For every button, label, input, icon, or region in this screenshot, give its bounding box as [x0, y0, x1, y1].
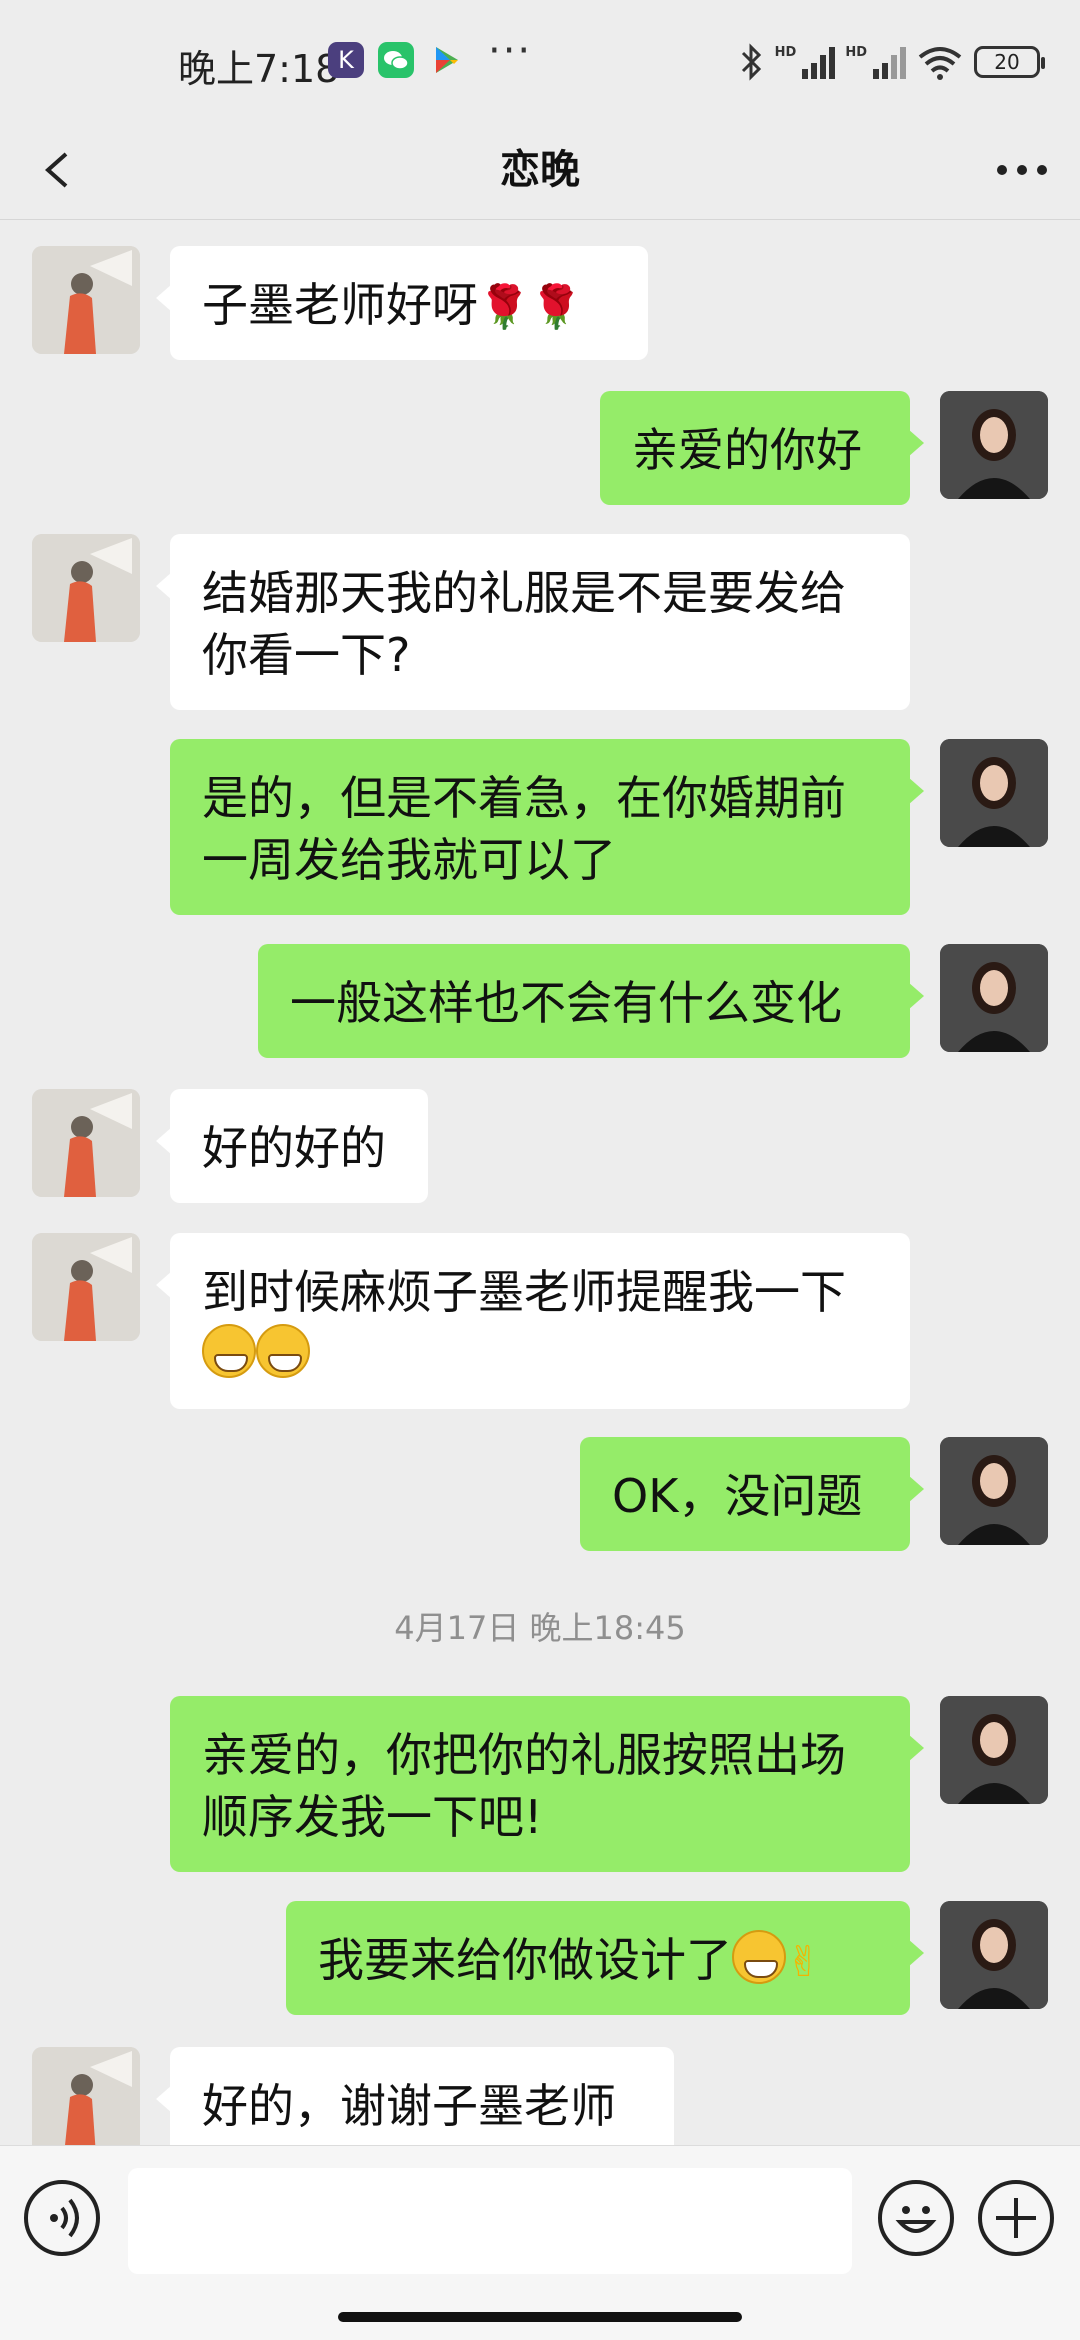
play-store-icon [428, 42, 464, 78]
bluetooth-icon [741, 43, 761, 81]
message-bubble[interactable]: 是的，但是不着急，在你婚期前一周发给我就可以了 [170, 739, 924, 915]
rose-emoji-icon: 🌹 [530, 282, 583, 331]
message-bubble[interactable]: 一般这样也不会有什么变化 [258, 944, 924, 1058]
hd-label-2: HD [845, 44, 867, 60]
message-text: 子墨老师好呀 [202, 278, 478, 332]
contact-avatar[interactable] [32, 1089, 140, 1197]
grin-emoji-icon [256, 1324, 310, 1378]
message-bubble[interactable]: OK，没问题 [580, 1437, 924, 1551]
grin-emoji-icon [202, 1324, 256, 1378]
my-avatar[interactable] [940, 739, 1048, 847]
home-indicator[interactable] [338, 2312, 742, 2322]
status-right-group: HD HD 20 [739, 38, 1045, 86]
message-input[interactable] [128, 2168, 852, 2274]
message-text: 亲爱的，你把你的礼服按照出场顺序发我一下吧! [202, 1728, 846, 1844]
battery-indicator: 20 [974, 46, 1045, 78]
message-bubble[interactable]: 结婚那天我的礼服是不是要发给你看一下? [156, 534, 910, 710]
message-bubble[interactable]: 好的好的 [156, 1089, 428, 1203]
message-bubble[interactable]: 亲爱的你好 [600, 391, 924, 505]
message-text: 好的好的 [202, 1121, 386, 1175]
emoji-icon [895, 2206, 937, 2233]
plus-icon [996, 2198, 1036, 2238]
message-timestamp: 4月17日 晚上18:45 [394, 1609, 686, 1647]
my-avatar[interactable] [940, 391, 1048, 499]
status-more-icon: ··· [488, 28, 533, 74]
more-button[interactable] [992, 148, 1052, 192]
message-text: 是的，但是不着急，在你婚期前一周发给我就可以了 [202, 771, 846, 887]
signal-2-icon [873, 45, 906, 79]
message-bubble[interactable]: 子墨老师好呀🌹🌹 [156, 246, 648, 360]
message-bubble[interactable]: 我要来给你做设计了 ✌ [286, 1901, 924, 2015]
wifi-icon [918, 47, 962, 80]
victory-emoji-icon: ✌ [786, 1937, 822, 1986]
message-text: OK，没问题 [612, 1469, 863, 1523]
status-time: 晚上7:18 [178, 47, 340, 91]
my-avatar[interactable] [940, 1437, 1048, 1545]
contact-avatar[interactable] [32, 246, 140, 354]
message-text: 到时候麻烦子墨老师提醒我一下 [202, 1265, 846, 1319]
contact-avatar[interactable] [32, 2047, 140, 2145]
chat-header: 恋晚 [0, 120, 1080, 220]
message-text: 一般这样也不会有什么变化 [290, 976, 842, 1030]
message-text: 我要来给你做设计了 [318, 1933, 732, 1987]
signal-1-icon [802, 45, 836, 79]
chat-title: 恋晚 [500, 147, 580, 193]
message-bubble[interactable]: 好的，谢谢子墨老师 [156, 2047, 674, 2145]
app-k-icon: K [328, 42, 364, 78]
contact-avatar[interactable] [32, 1233, 140, 1341]
message-bubble[interactable]: 到时候麻烦子墨老师提醒我一下 [156, 1233, 910, 1409]
message-text: 亲爱的你好 [632, 423, 862, 477]
message-text: 结婚那天我的礼服是不是要发给你看一下? [202, 566, 846, 682]
grin-emoji-icon [732, 1930, 786, 1984]
voice-button[interactable] [24, 2180, 100, 2256]
contact-avatar[interactable] [32, 534, 140, 642]
rose-emoji-icon: 🌹 [478, 282, 531, 331]
voice-icon [50, 2198, 79, 2238]
emoji-button[interactable] [878, 2180, 954, 2256]
chat-input-bar [0, 2145, 1080, 2340]
more-horizontal-icon [997, 165, 1047, 175]
message-text: 好的，谢谢子墨老师 [202, 2079, 616, 2133]
message-bubble[interactable]: 亲爱的，你把你的礼服按照出场顺序发我一下吧! [170, 1696, 924, 1872]
my-avatar[interactable] [940, 1696, 1048, 1804]
plus-button[interactable] [978, 2180, 1054, 2256]
my-avatar[interactable] [940, 1901, 1048, 2009]
my-avatar[interactable] [940, 944, 1048, 1052]
status-bar: 晚上7:18 K ··· HD HD 20 [0, 0, 1080, 120]
wechat-icon [378, 42, 414, 78]
message-list[interactable]: 子墨老师好呀🌹🌹 亲爱的你好 结婚那天我的礼服是不是要发给你看一下? 是的，但是… [0, 221, 1080, 2145]
hd-label: HD [774, 44, 797, 60]
